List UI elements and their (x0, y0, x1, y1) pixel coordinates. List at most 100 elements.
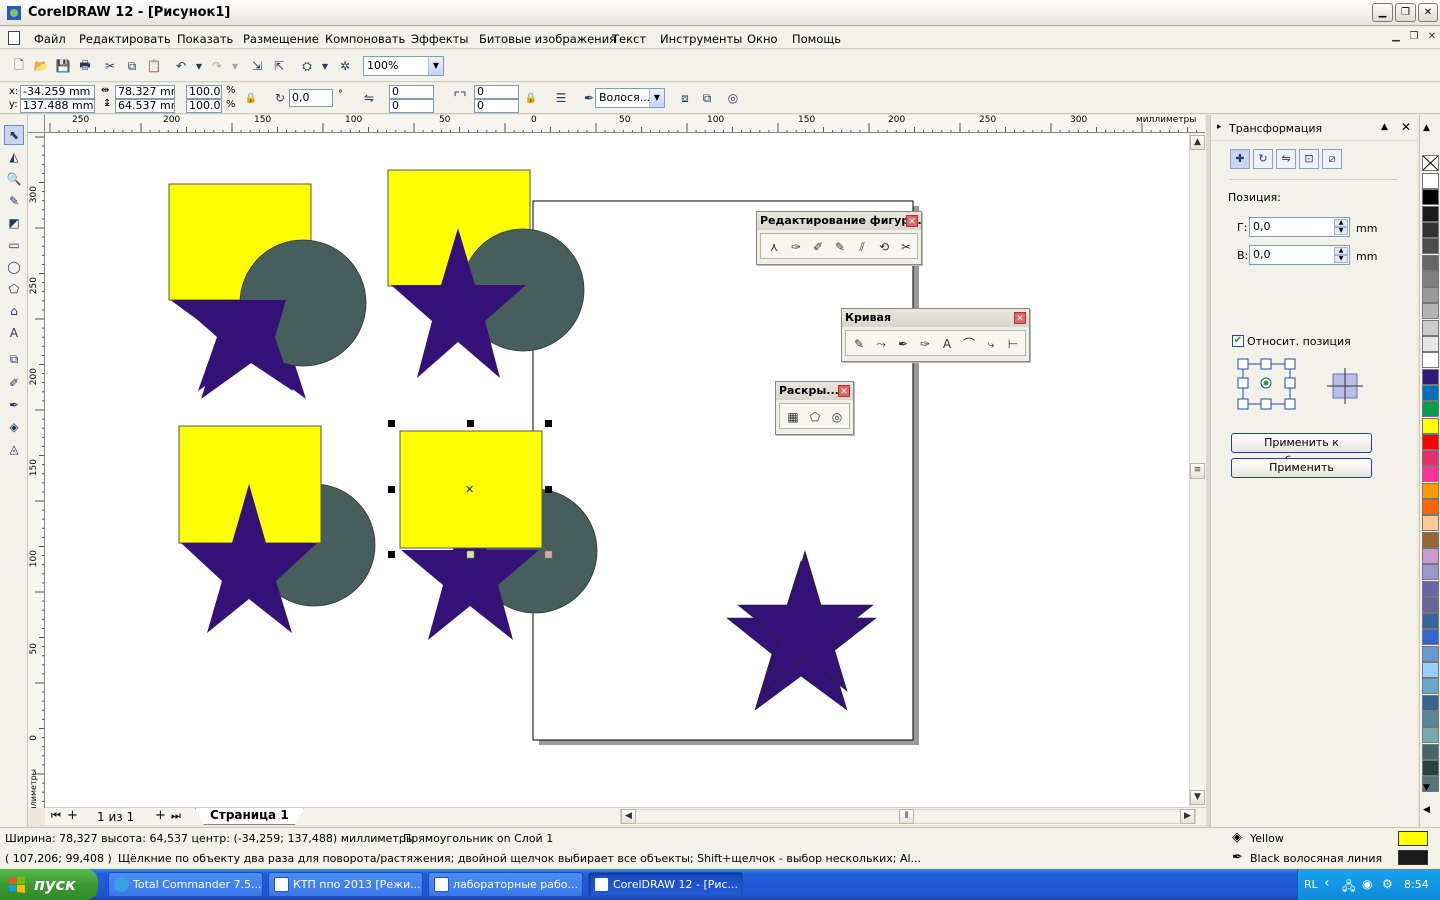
shape-icon[interactable]: ⋏ (765, 238, 783, 256)
outline-tool-icon[interactable]: ✒ (4, 395, 24, 415)
scroll-up-icon[interactable]: ▲ (1190, 135, 1205, 150)
color-swatch[interactable] (1422, 254, 1439, 271)
rotate-tab-icon[interactable]: ↻ (1253, 149, 1273, 169)
restore-button[interactable]: ❐ (1395, 3, 1416, 22)
smudge-icon[interactable]: ✎ (831, 238, 849, 256)
docker-collapse-icon[interactable]: ▸ (1217, 122, 1222, 132)
scroll-down-icon[interactable]: ▼ (1190, 790, 1205, 805)
close-icon[interactable]: ✕ (838, 385, 850, 397)
v-position-input[interactable]: 0,0 ▲ ▼ (1249, 245, 1350, 265)
safely-remove-icon[interactable]: ⚙ (1382, 877, 1393, 891)
chevron-down-icon[interactable]: ▼ (428, 57, 443, 75)
menu-view[interactable]: Показать (177, 32, 233, 46)
anchor-grid[interactable] (1237, 358, 1301, 414)
outline-color-swatch[interactable] (1398, 850, 1428, 865)
roughen-icon[interactable]: ⫽ (853, 238, 871, 256)
scale-tab-icon[interactable]: ⇋ (1276, 149, 1296, 169)
scroll-left-icon[interactable]: ◀ (621, 809, 636, 824)
color-swatch[interactable] (1422, 531, 1439, 548)
close-icon[interactable]: ✕ (906, 215, 918, 227)
corner-4-field[interactable]: 0 (474, 99, 519, 113)
color-swatch[interactable] (1422, 336, 1439, 352)
color-swatch[interactable] (1422, 678, 1439, 695)
interactive-blend-tool-icon[interactable]: ⧉ (4, 349, 24, 369)
menu-layout[interactable]: Размещение (243, 32, 319, 46)
dimension-icon[interactable]: ⊢ (1004, 335, 1022, 353)
interactive-connector-icon[interactable]: ⤷ (982, 335, 1000, 353)
add-page-before-icon[interactable]: + (67, 808, 78, 823)
menu-window[interactable]: Окно (747, 32, 778, 46)
freehand-icon[interactable]: ✎ (850, 335, 868, 353)
vertical-ruler[interactable]: 300 250 200 150 100 50 0 миллиметры (28, 133, 45, 808)
ruler-origin[interactable] (28, 115, 45, 133)
color-swatch[interactable] (1422, 270, 1439, 287)
color-swatch[interactable] (1422, 303, 1439, 320)
ellipse-tool-icon[interactable]: ◯ (4, 257, 24, 277)
color-swatch[interactable] (1422, 564, 1439, 581)
polyline-icon[interactable]: A (938, 335, 956, 353)
undo-dropdown-icon[interactable]: ▼ (190, 57, 208, 75)
color-swatch[interactable] (1422, 482, 1439, 499)
menu-effects[interactable]: Эффекты (411, 32, 469, 46)
redo-icon[interactable]: ↷ (208, 57, 226, 75)
first-page-icon[interactable]: ⏮ (51, 809, 61, 823)
interactive-fill-tool-icon[interactable]: ◬ (4, 439, 24, 459)
scroll-right-icon[interactable]: ▶ (1180, 809, 1195, 824)
color-swatch[interactable] (1422, 384, 1439, 401)
flyout-title[interactable]: Редактирование фигур... (757, 212, 921, 230)
coreldraw-app-icon[interactable] (6, 5, 22, 21)
h-position-input[interactable]: 0,0 ▲ ▼ (1249, 217, 1350, 237)
h-scroll-thumb[interactable]: ⦀ (899, 809, 914, 824)
polygon-icon[interactable]: ⬠ (806, 408, 824, 426)
eraser-icon[interactable]: ✐ (809, 238, 827, 256)
lock-ratio-icon[interactable]: 🔒 (242, 89, 260, 107)
free-transform-icon[interactable]: ⟲ (875, 238, 893, 256)
color-swatch[interactable] (1422, 662, 1439, 678)
smart-fill-tool-icon[interactable]: ◩ (4, 213, 24, 233)
color-swatch[interactable] (1422, 759, 1439, 776)
zoom-tool-icon[interactable]: 🔍 (4, 169, 24, 189)
launcher-dropdown-icon[interactable]: ▼ (316, 57, 334, 75)
menu-file[interactable]: Файл (34, 32, 66, 46)
tray-expand-icon[interactable]: ‹ (1324, 875, 1330, 891)
network-icon[interactable]: 🖧 (1342, 877, 1355, 898)
outline-width-combo[interactable]: Волося... ▼ (595, 88, 665, 108)
last-page-icon[interactable]: ⏭ (171, 809, 181, 823)
convert-to-curves-icon[interactable]: ◎ (724, 89, 742, 107)
doc-minimize-button[interactable]: ▁ (1389, 31, 1403, 44)
task-total-commander[interactable]: Total Commander 7.5... (108, 872, 263, 897)
corner-2-field[interactable]: 0 (389, 99, 434, 113)
horizontal-scrollbar[interactable]: ◀ ⦀ ▶ (620, 809, 1196, 824)
text-tool-icon[interactable]: A (4, 323, 24, 343)
rotate-icon[interactable]: ↻ (271, 89, 289, 107)
corner-1-field[interactable]: 0 (389, 85, 434, 99)
color-swatch[interactable] (1422, 368, 1439, 385)
zoom-combo[interactable]: 100% ▼ (363, 56, 444, 76)
task-word-lab[interactable]: лабораторные рабо... (428, 872, 583, 897)
menu-bitmaps[interactable]: Битовые изображения (479, 32, 616, 46)
color-swatch[interactable] (1422, 352, 1439, 369)
color-swatch[interactable] (1422, 515, 1439, 532)
page-tab[interactable]: Страница 1 (195, 808, 304, 825)
color-swatch[interactable] (1422, 547, 1439, 564)
new-icon[interactable]: 🗋 (10, 57, 28, 75)
mirror-icon[interactable]: ⇋ (360, 89, 378, 107)
flyout-title[interactable]: Кривая (842, 309, 1029, 327)
drawing-surface[interactable]: ✕ (45, 133, 1189, 807)
pen-icon[interactable]: ✑ (916, 335, 934, 353)
color-swatch[interactable] (1422, 401, 1439, 418)
apply-button[interactable]: Применить (1231, 458, 1372, 478)
color-swatch[interactable] (1422, 189, 1439, 206)
rectangle-tool-icon[interactable]: ▭ (4, 235, 24, 255)
drawing-canvas[interactable]: ✕ (45, 133, 1189, 807)
palette-scroll-up-icon[interactable]: ▲ (1423, 123, 1430, 133)
spin-down-icon[interactable]: ▼ (1334, 227, 1348, 235)
import-icon[interactable]: ⇲ (248, 57, 266, 75)
redo-dropdown-icon[interactable]: ▼ (226, 57, 244, 75)
copy-icon[interactable]: ⧉ (123, 57, 141, 75)
close-button[interactable]: ✕ (1418, 3, 1438, 22)
color-swatch[interactable] (1422, 205, 1439, 222)
horizontal-ruler[interactable]: 250 200 150 100 50 0 50 100 150 200 250 … (45, 115, 1205, 133)
color-swatch[interactable] (1422, 319, 1439, 336)
cut-flyout[interactable]: Раскры... ✕ ▦ ⬠ ◎ (775, 381, 854, 435)
